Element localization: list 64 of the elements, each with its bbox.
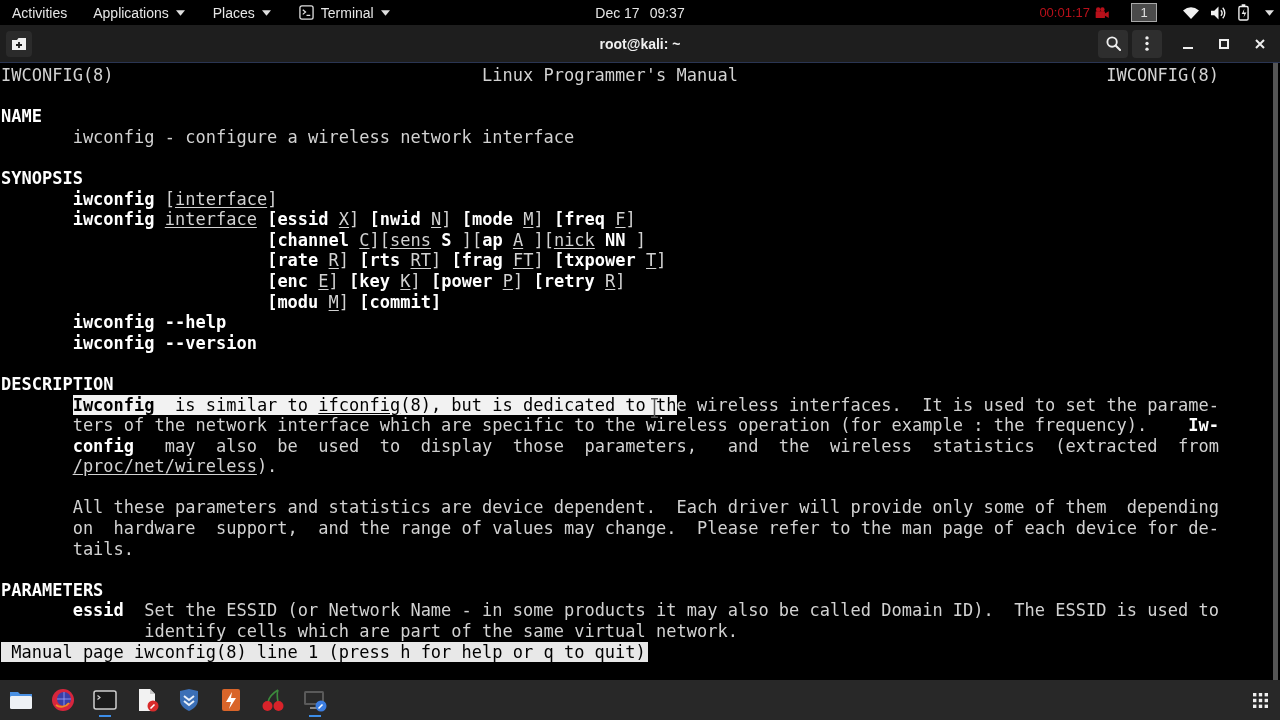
command-text: iwconfig interface	[72, 209, 257, 230]
activities-button[interactable]: Activities	[0, 0, 80, 25]
shield-icon	[177, 688, 201, 712]
option-line: [essid X] [nwid N] [mode M] [freq F]	[267, 209, 637, 230]
parameter-name: essid	[72, 600, 124, 622]
header-text: IWCONFIG(8)	[1, 65, 114, 86]
section-heading: NAME	[1, 106, 43, 127]
header-text: IWCONFIG(8)	[1106, 65, 1219, 86]
search-button[interactable]	[1098, 29, 1128, 58]
volume-icon[interactable]	[1211, 5, 1226, 20]
battery-icon[interactable]	[1238, 4, 1249, 21]
option-line: [enc E] [key K] [power P] [retry R]	[267, 270, 627, 292]
workspace-button[interactable]: 1	[1131, 3, 1157, 22]
terminal-line: /proc/net/wireless).	[72, 456, 279, 477]
selected-text: Iwconfig is similar to ifconfig(8), but is dedicated to th	[72, 394, 677, 415]
section-heading: PARAMETERS	[1, 579, 105, 601]
search-icon	[1105, 36, 1121, 51]
terminal-icon	[298, 5, 314, 20]
option-line: [rate R] [rts RT] [frag FT] [txpower T]	[267, 250, 667, 271]
wifi-icon[interactable]	[1183, 6, 1199, 19]
window-title: root@kali: ~	[599, 35, 681, 52]
terminal-line: iwconfig - configure a wireless network interface	[72, 126, 576, 148]
grid-icon	[1252, 692, 1268, 708]
caret-icon	[261, 9, 271, 16]
option-line: [channel C][sens S ][ap A ][nick NN ]	[267, 229, 648, 251]
close-icon	[1255, 38, 1265, 49]
date-text[interactable]: Dec 17	[595, 4, 640, 21]
caret-icon	[175, 9, 185, 16]
option-line: [modu M] [commit]	[267, 291, 443, 313]
recording-timer: 00:01:17	[1039, 5, 1090, 20]
command-text: iwconfig --version	[72, 332, 257, 354]
terminal-text: e wireless interfaces. It is used to set the parame-	[676, 394, 1219, 415]
text-cursor-icon	[651, 398, 658, 418]
menu-button[interactable]: Terminal	[284, 0, 404, 25]
terminal-line: ters of the network interface which are specific to the wireless operation (for example : the frequency). Iw-	[72, 415, 1220, 436]
menu-icon	[1145, 36, 1149, 51]
minimize-icon	[1183, 47, 1193, 49]
terminal-line: config may also be used to display those parameters, and the wireless statistics (extracted from	[72, 435, 1220, 457]
header-text: Linux Programmer's Manual	[482, 65, 738, 86]
terminal-line: identify cells which are part of the same virtual network.	[144, 621, 739, 642]
terminal-line: Set the ESSID (or Network Name - in some products it may also be called Domain ID). The ESSID is used to	[144, 600, 1219, 622]
lightning-icon	[219, 688, 243, 712]
caret-icon	[380, 9, 390, 16]
maximize-icon	[1219, 38, 1229, 49]
terminal-icon	[93, 688, 117, 712]
terminal-line: All these parameters and statistics are device dependent. Each driver will provide only some of them depending	[72, 497, 1220, 519]
plus-tab-icon	[11, 36, 27, 51]
terminal-line: tails.	[72, 538, 136, 560]
command-text: iwconfig [interface]	[72, 188, 278, 210]
caret-icon[interactable]	[1265, 9, 1274, 16]
menu-button[interactable]: Applications	[79, 0, 199, 25]
video-camera-icon	[1095, 7, 1109, 18]
menu-button[interactable]	[1132, 29, 1162, 58]
scrollbar[interactable]	[1273, 63, 1278, 680]
menu-button[interactable]: Places	[198, 0, 285, 25]
monitor-icon	[303, 688, 327, 712]
command-text: iwconfig --help	[72, 312, 227, 333]
time-text[interactable]: 09:37	[649, 4, 685, 21]
new-tab-button[interactable]	[6, 30, 32, 57]
globe-icon	[51, 688, 75, 712]
section-heading: SYNOPSIS	[1, 167, 84, 189]
terminal-line: on hardware support, and the range of values may change. Please refer to the man page of each device for de-	[72, 518, 1220, 539]
section-heading: DESCRIPTION	[1, 373, 115, 395]
cherry-icon	[261, 688, 285, 712]
